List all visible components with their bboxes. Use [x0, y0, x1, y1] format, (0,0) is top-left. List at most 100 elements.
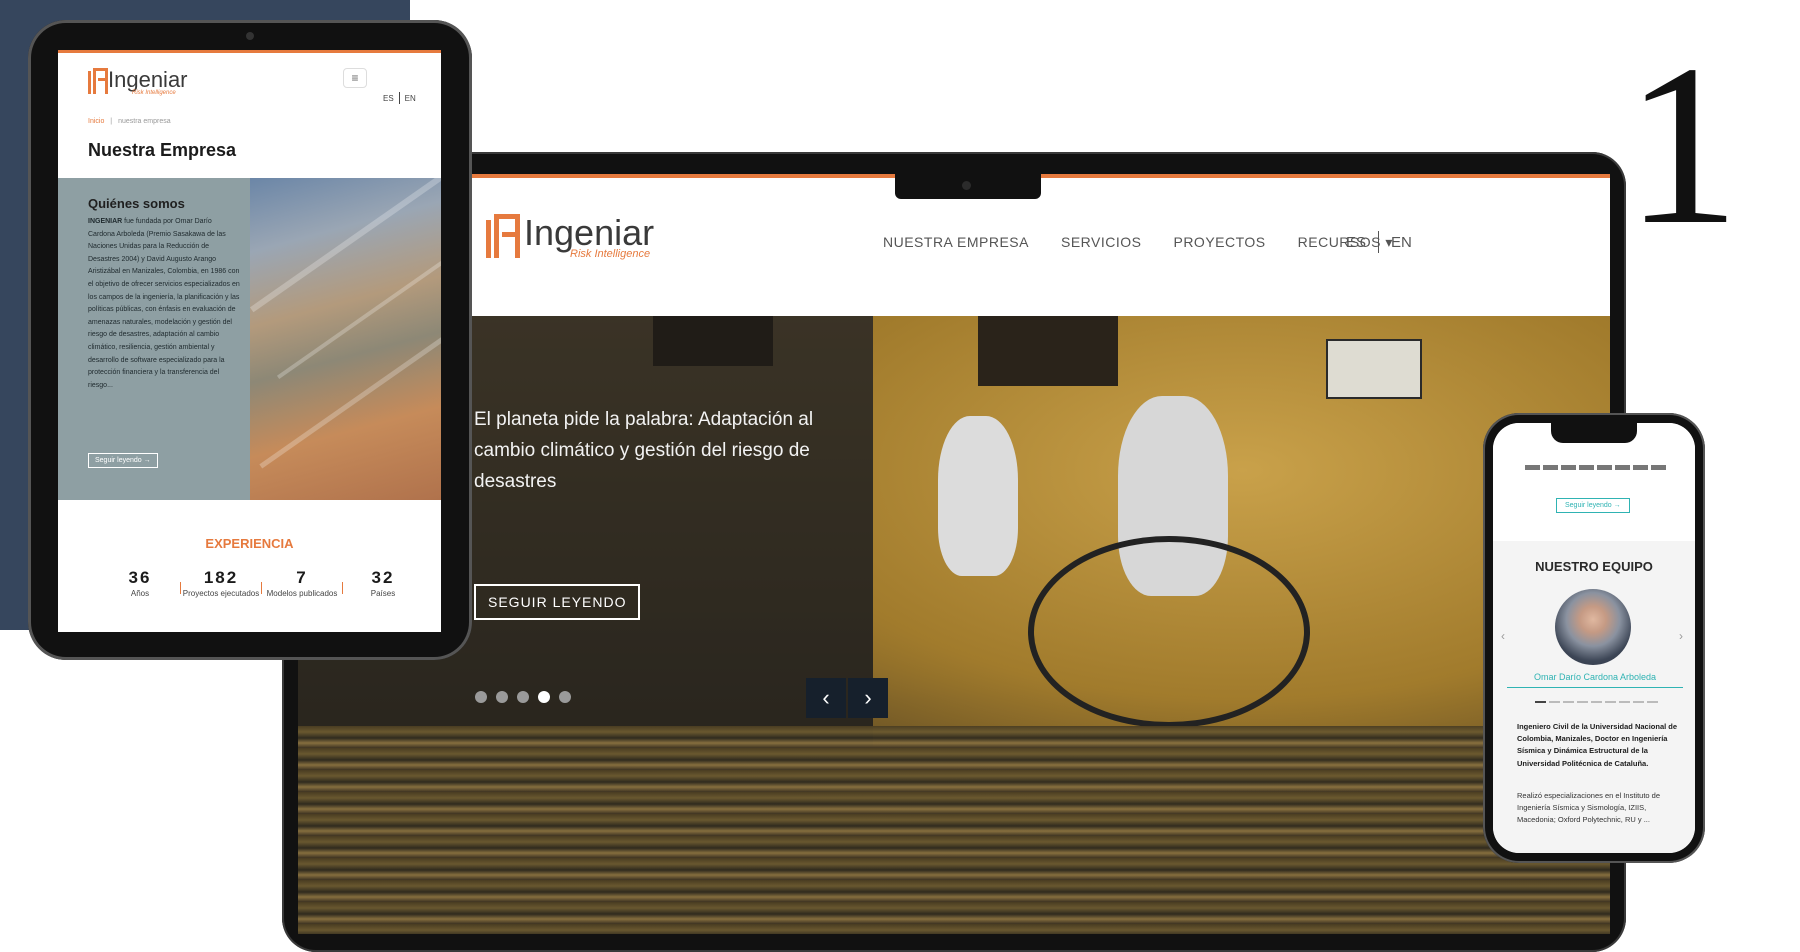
hero-read-more-button[interactable]: SEGUIR LEYENDO	[474, 584, 641, 620]
hero-photo-bicycle	[1028, 536, 1310, 728]
logo-tagline: Risk Intelligence	[570, 248, 651, 260]
nav-servicios[interactable]: SERVICIOS	[1061, 234, 1142, 251]
language-switcher: ES EN	[1346, 231, 1412, 253]
team-heading: NUESTRO EQUIPO	[1535, 559, 1653, 574]
tag-chip[interactable]	[1597, 465, 1612, 470]
pager-dash[interactable]	[1633, 701, 1644, 703]
slider-dot[interactable]	[517, 691, 529, 703]
logo-name: Ingeniar	[108, 67, 188, 92]
pager-dash[interactable]	[1605, 701, 1616, 703]
team-member-avatar	[1555, 589, 1631, 665]
slider-dots	[475, 691, 571, 703]
hero-photo-sign	[1326, 339, 1422, 399]
team-member-bio-more: Realizó especializaciones en el Institut…	[1517, 791, 1661, 825]
hero-slider: El planeta pide la palabra: Adaptación a…	[298, 316, 1610, 934]
stat-label: Proyectos ejecutados	[182, 589, 260, 598]
breadcrumb-current: nuestra empresa	[118, 118, 171, 125]
tag-chip[interactable]	[1543, 465, 1558, 470]
experience-heading: EXPERIENCIA	[205, 536, 294, 551]
pager-dash[interactable]	[1577, 701, 1588, 703]
about-heading: Quiénes somos	[88, 196, 185, 211]
language-switcher: ES EN	[383, 92, 416, 104]
stat-label: Modelos publicados	[266, 589, 338, 598]
stat-years: 36 Años	[100, 568, 180, 600]
hero-photo-person	[938, 416, 1018, 576]
about-text-panel: Quiénes somos INGENIAR fue fundada por O…	[58, 178, 250, 500]
team-member-bio: Ingeniero Civil de la Universidad Nacion…	[1517, 722, 1678, 768]
phone-screen: Seguir leyendo → NUESTRO EQUIPO ‹ › Omar…	[1493, 423, 1695, 853]
stat-label: Años	[130, 589, 150, 598]
arrow-right-icon: →	[1613, 502, 1621, 509]
team-pager	[1535, 701, 1658, 703]
arrow-right-icon: →	[143, 457, 151, 464]
phone-read-more-label: Seguir leyendo	[1565, 502, 1612, 509]
lang-divider	[1378, 231, 1380, 253]
stat-value: 32	[371, 568, 395, 587]
experience-stats: 36 Años 182 Proyectos ejecutados 7 Model…	[100, 568, 423, 600]
pager-dash[interactable]	[1563, 701, 1574, 703]
tag-chip[interactable]	[1633, 465, 1648, 470]
pager-dash-active[interactable]	[1535, 701, 1546, 703]
hero-title: El planeta pide la palabra: Adaptación a…	[474, 409, 814, 492]
team-next-icon[interactable]: ›	[1679, 629, 1683, 643]
stat-models: 7 Modelos publicados	[262, 568, 342, 600]
tablet-screen: Ingeniar Risk Intelligence ≡ ES EN Inici…	[58, 50, 441, 632]
team-prev-icon[interactable]: ‹	[1501, 629, 1505, 643]
ingeniar-logo[interactable]: Ingeniar Risk Intelligence	[486, 214, 654, 260]
tablet-mockup: Ingeniar Risk Intelligence ≡ ES EN Inici…	[28, 20, 472, 660]
logo-name: Ingeniar	[524, 212, 655, 253]
about-section: Quiénes somos INGENIAR fue fundada por O…	[58, 169, 441, 500]
slider-prev-button[interactable]: ‹	[806, 678, 846, 718]
slider-dot[interactable]	[475, 691, 487, 703]
pager-dash[interactable]	[1591, 701, 1602, 703]
about-paragraph: INGENIAR fue fundada por Omar Darío Card…	[88, 216, 240, 392]
about-brand: INGENIAR	[88, 218, 123, 225]
team-section: NUESTRO EQUIPO ‹ › Omar Darío Cardona Ar…	[1493, 541, 1695, 853]
phone-read-more-button[interactable]: Seguir leyendo →	[1556, 498, 1630, 513]
breadcrumb-home-link[interactable]: Inicio	[88, 118, 104, 125]
page-title: Nuestra Empresa	[88, 140, 237, 160]
about-read-more-button[interactable]: Seguir leyendo →	[88, 453, 158, 468]
camera-icon	[962, 181, 971, 190]
lang-es-link[interactable]: ES	[383, 94, 394, 103]
tag-chip[interactable]	[1561, 465, 1576, 470]
tag-chip[interactable]	[1525, 465, 1540, 470]
slider-dot-active[interactable]	[538, 691, 550, 703]
team-member-name[interactable]: Omar Darío Cardona Arboleda	[1507, 672, 1683, 688]
laptop-notch	[895, 174, 1041, 199]
pager-dash[interactable]	[1549, 701, 1560, 703]
hero-photo-water	[298, 726, 1610, 934]
stat-label: Países	[370, 589, 396, 598]
hero-photo-window	[978, 316, 1118, 386]
stat-projects: 182 Proyectos ejecutados	[181, 568, 261, 600]
stat-value: 7	[296, 568, 308, 587]
stat-value: 182	[203, 568, 239, 587]
phone-notch	[1551, 423, 1637, 443]
tag-list	[1525, 465, 1666, 470]
tablet-camera-icon	[246, 32, 254, 40]
ingeniar-logo[interactable]: Ingeniar Risk Intelligence	[88, 68, 188, 96]
laptop-screen: Ingeniar Risk Intelligence NUESTRA EMPRE…	[298, 174, 1610, 934]
aerial-landscape-image	[249, 169, 441, 500]
main-nav: NUESTRA EMPRESA SERVICIOS PROYECTOS RECU…	[883, 234, 1393, 251]
slider-next-button[interactable]: ›	[848, 678, 888, 718]
nav-proyectos[interactable]: PROYECTOS	[1173, 234, 1265, 251]
accent-top-line	[58, 50, 441, 53]
lang-es-link[interactable]: ES	[1346, 234, 1366, 251]
tag-chip[interactable]	[1651, 465, 1666, 470]
slide-number: 1	[1625, 17, 1740, 272]
about-text: fue fundada por Omar Darío Cardona Arbol…	[88, 218, 240, 389]
pager-dash[interactable]	[1647, 701, 1658, 703]
hamburger-menu-icon[interactable]: ≡	[343, 68, 367, 88]
pager-dash[interactable]	[1619, 701, 1630, 703]
laptop-mockup: Ingeniar Risk Intelligence NUESTRA EMPRE…	[282, 152, 1626, 952]
tag-chip[interactable]	[1579, 465, 1594, 470]
breadcrumb: Inicio | nuestra empresa	[88, 118, 171, 125]
ingeniar-logo-mark-icon	[88, 68, 108, 94]
lang-en-link[interactable]: EN	[1391, 234, 1412, 251]
slider-dot[interactable]	[496, 691, 508, 703]
lang-en-link[interactable]: EN	[405, 94, 416, 103]
nav-nuestra-empresa[interactable]: NUESTRA EMPRESA	[883, 234, 1029, 251]
tag-chip[interactable]	[1615, 465, 1630, 470]
slider-dot[interactable]	[559, 691, 571, 703]
